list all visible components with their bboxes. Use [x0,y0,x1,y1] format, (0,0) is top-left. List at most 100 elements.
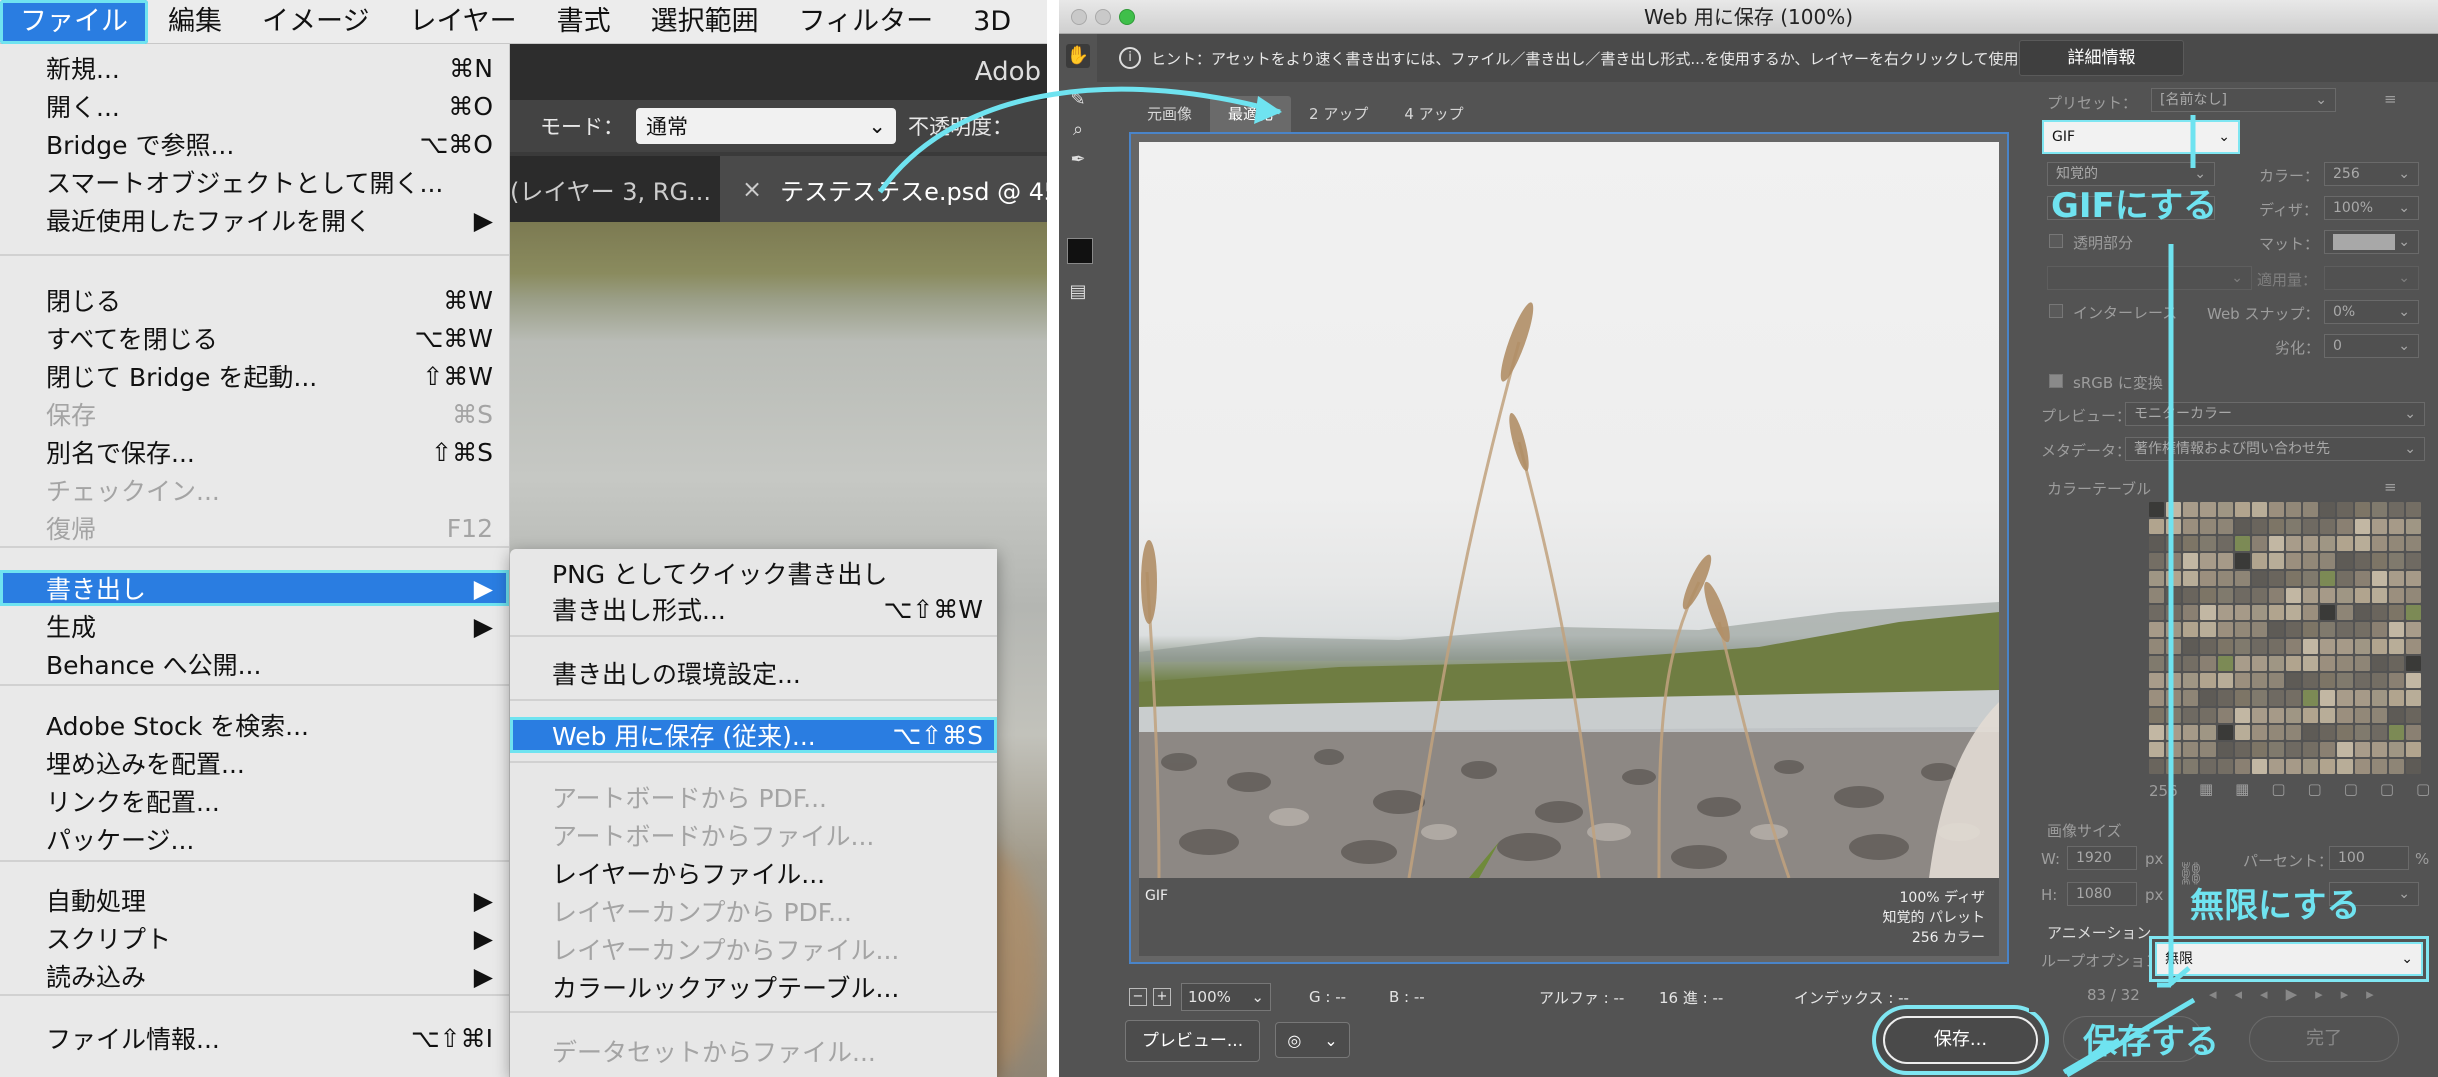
menu-0[interactable]: ファイル [0,0,148,44]
tab-view-3[interactable]: 4 アップ [1386,96,1481,132]
export-menu-item[interactable]: レイヤーからファイル... [510,855,997,891]
slice-select-tool-icon[interactable]: ✎ [1066,88,1090,112]
srgb-checkbox[interactable] [2049,374,2063,388]
toggle-slices-icon[interactable]: ▤ [1066,280,1090,304]
chevron-down-icon: ⌄ [2398,338,2410,354]
menu-item-label: PNG としてクイック書き出し [552,560,888,589]
minimize-window-button[interactable] [1095,9,1111,25]
eyedropper-tool-icon[interactable]: ✒ [1066,148,1090,172]
menu-6[interactable]: フィルター [779,0,953,44]
height-input[interactable]: 1080 [2067,882,2137,906]
preset-menu-icon[interactable]: ≡ [2384,90,2397,108]
menu-8[interactable]: 表示 [1031,0,1047,44]
file-menu-item[interactable]: スマートオブジェクトとして開く... [0,164,509,200]
lossy-select[interactable]: 0 ⌄ [2324,334,2419,358]
width-input[interactable]: 1920 [2067,846,2137,870]
tab-document-2[interactable]: × テステステスe.psd @ 45 [720,156,1047,222]
format-select[interactable]: GIF ⌄ [2042,120,2240,154]
transparency-checkbox[interactable] [2049,234,2063,248]
preview-mode-select[interactable]: モニターカラー ⌄ [2125,402,2425,426]
export-menu-item: データセットからファイル... [510,1033,997,1069]
file-menu-item[interactable]: ファイル情報... ⌥⇧⌘I [0,1020,509,1056]
hand-tool-icon[interactable]: ✋ [1066,44,1090,68]
save-button[interactable]: 保存... [1883,1016,2038,1064]
export-menu-item: レイヤーカンプから PDF... [510,893,997,929]
preview-button[interactable]: プレビュー... [1125,1020,1260,1062]
preset-select[interactable]: [名前なし] ⌄ [2151,88,2336,112]
close-icon[interactable]: × [742,175,762,203]
zoom-in-button[interactable]: + [1153,988,1171,1006]
export-menu-item[interactable]: Web 用に保存 (従来)... ⌥⇧⌘S [510,717,997,753]
interlace-checkbox[interactable] [2049,304,2063,318]
menu-item-shortcut: ⌘N [449,53,493,83]
tool-column: ✋ ✎ ⌕ ✒ ▤ [1059,34,1097,1077]
percent-input[interactable]: 100 [2329,846,2409,870]
export-menu-item[interactable]: 書き出し形式... ⌥⇧⌘W [510,591,997,627]
eyedropper-color-swatch[interactable] [1067,238,1093,264]
matte-select[interactable]: ⌄ [2324,230,2419,254]
amount-select[interactable]: ⌄ [2324,266,2419,290]
websnap-select[interactable]: 0% ⌄ [2324,300,2419,324]
menu-item-label: 読み込み [46,963,147,992]
file-menu-item[interactable]: 閉じる ⌘W [0,282,509,318]
menu-3[interactable]: レイヤー [389,0,536,44]
menu-item-label: アートボードからファイル... [552,822,875,851]
transparency-dither-select[interactable]: ⌄ [2047,266,2252,290]
menu-1[interactable]: 編集 [148,0,242,44]
color-table-menu-icon[interactable]: ≡ [2384,478,2397,496]
browser-preview-button[interactable]: ◎ ⌄ [1275,1022,1350,1058]
menu-7[interactable]: 3D [953,0,1031,44]
chevron-down-icon: ⌄ [2315,92,2327,108]
file-menu-item[interactable]: Adobe Stock を検索... [0,707,509,743]
file-menu-item[interactable]: 書き出し ▶ [0,570,509,606]
export-menu-item[interactable]: 書き出しの環境設定... [510,655,997,691]
animation-controls-icon[interactable]: ◂◂◂▶▸▸▸ [2209,985,2392,1003]
menu-item-label: アートボードから PDF... [552,784,827,813]
file-menu-item[interactable]: リンクを配置... [0,783,509,819]
chevron-down-icon: ⌄ [2398,166,2410,182]
menu-item-label: 自動処理 [46,887,147,916]
info-icon: i [1119,47,1141,69]
file-menu-item[interactable]: 自動処理 ▶ [0,882,509,918]
file-menu-item[interactable]: パッケージ... [0,821,509,857]
export-menu-item[interactable]: カラールックアップテーブル... [510,969,997,1005]
file-menu-item[interactable]: Bridge で参照... ⌥⌘O [0,126,509,162]
tab-document-1[interactable]: (レイヤー 3, RG... [510,172,720,207]
file-menu-item[interactable]: スクリプト ▶ [0,920,509,956]
file-menu-item[interactable]: 閉じて Bridge を起動... ⇧⌘W [0,358,509,394]
menu-4[interactable]: 書式 [537,0,631,44]
menu-5[interactable]: 選択範囲 [631,0,779,44]
close-window-button[interactable] [1071,9,1087,25]
file-menu-item[interactable]: 埋め込みを配置... [0,745,509,781]
zoom-window-button[interactable] [1119,9,1135,25]
color-table-tools-icon[interactable]: ▦▦▢▢▢▢▢ [2199,780,2438,798]
file-menu-item[interactable]: 開く... ⌘O [0,88,509,124]
done-button[interactable]: 完了 [2249,1016,2399,1062]
detail-button[interactable]: 詳細情報 [2019,40,2184,76]
tab-view-0[interactable]: 元画像 [1129,96,1210,132]
file-menu-item[interactable]: Behance へ公開... [0,646,509,682]
optimized-preview[interactable]: GIF 100% ディザ 知覚的 パレット 256 カラー [1129,132,2009,964]
green-readout: G : -- [1309,988,1347,1006]
metadata-select[interactable]: 著作権情報および問い合わせ先 ⌄ [2125,437,2425,461]
file-menu-item[interactable]: 新規... ⌘N [0,50,509,86]
file-menu-item[interactable]: 別名で保存... ⇧⌘S [0,434,509,470]
dither-amount[interactable]: 100% ⌄ [2324,196,2419,220]
zoom-select[interactable]: 100% ⌄ [1181,983,1271,1011]
mode-select[interactable]: 通常 ⌄ [636,108,896,144]
menu-item-label: 新規... [46,55,120,84]
tab-view-2[interactable]: 2 アップ [1291,96,1386,132]
file-menu-item: 保存 ⌘S [0,396,509,432]
zoom-out-button[interactable]: − [1129,988,1147,1006]
file-menu-item[interactable]: 生成 ▶ [0,608,509,644]
tab-view-1[interactable]: 最適化 [1210,96,1292,132]
file-menu-item[interactable]: すべてを閉じる ⌥⌘W [0,320,509,356]
loop-select[interactable]: 無限 ⌄ [2155,942,2423,976]
zoom-tool-icon[interactable]: ⌕ [1066,118,1090,142]
file-menu-item[interactable]: 読み込み ▶ [0,958,509,994]
export-menu-item[interactable]: PNG としてクイック書き出し [510,555,997,591]
menu-2[interactable]: イメージ [242,0,389,44]
file-menu-item[interactable]: 最近使用したファイルを開く ▶ [0,202,509,238]
color-table[interactable] [2149,502,2421,774]
colors-select[interactable]: 256 ⌄ [2324,162,2419,186]
